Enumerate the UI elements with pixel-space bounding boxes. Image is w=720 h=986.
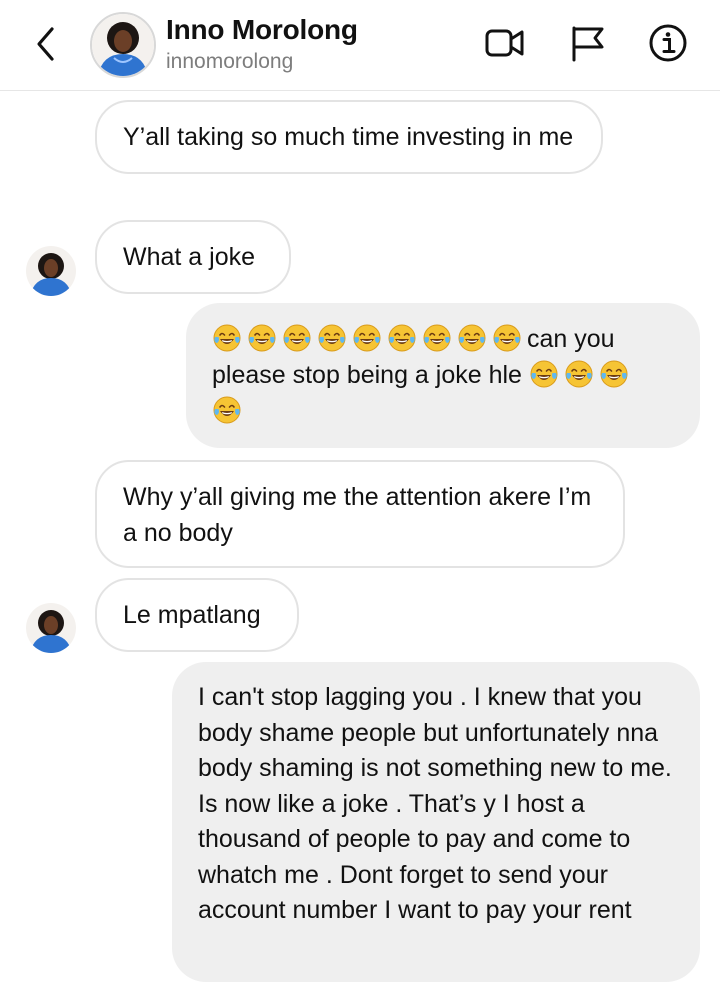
message-text: Why y’all giving me the attention akere … xyxy=(123,483,592,547)
back-chevron-icon[interactable] xyxy=(30,24,64,64)
message-text: I can't stop lagging you . I knew that y… xyxy=(198,683,672,924)
sender-avatar[interactable] xyxy=(26,246,76,296)
tears-of-joy-emoji-icon xyxy=(212,323,242,353)
outgoing-message[interactable]: can you please stop being a joke hle xyxy=(186,303,700,448)
tears-of-joy-emoji-icon xyxy=(352,323,382,353)
outgoing-message[interactable]: I can't stop lagging you . I knew that y… xyxy=(172,662,700,982)
contact-username: innomorolong xyxy=(166,50,294,73)
contact-name[interactable]: Inno Morolong xyxy=(166,14,358,46)
tears-of-joy-emoji-icon xyxy=(282,323,312,353)
message-text: What a joke xyxy=(123,243,256,271)
tears-of-joy-emoji-icon xyxy=(492,323,522,353)
incoming-message[interactable]: Le mpatlang xyxy=(95,578,299,652)
tears-of-joy-emoji-icon xyxy=(564,359,594,389)
tears-of-joy-emoji-icon xyxy=(387,323,417,353)
video-call-icon[interactable] xyxy=(484,22,526,64)
incoming-message[interactable]: Why y’all giving me the attention akere … xyxy=(95,460,625,568)
tears-of-joy-emoji-icon xyxy=(422,323,452,353)
flag-icon[interactable] xyxy=(568,22,610,64)
tears-of-joy-emoji-icon xyxy=(317,323,347,353)
info-icon[interactable] xyxy=(647,22,689,64)
message-text: Le mpatlang xyxy=(123,601,261,629)
tears-of-joy-emoji-icon xyxy=(212,395,242,425)
chat-header: Inno Morolong innomorolong xyxy=(0,0,720,91)
incoming-message[interactable]: Y’all taking so much time investing in m… xyxy=(95,100,603,174)
tears-of-joy-emoji-icon xyxy=(529,359,559,389)
message-text: Y’all taking so much time investing in m… xyxy=(123,123,574,151)
contact-avatar[interactable] xyxy=(90,12,156,78)
tears-of-joy-emoji-icon xyxy=(247,323,277,353)
sender-avatar[interactable] xyxy=(26,603,76,653)
incoming-message[interactable]: What a joke xyxy=(95,220,291,294)
tears-of-joy-emoji-icon xyxy=(457,323,487,353)
tears-of-joy-emoji-icon xyxy=(599,359,629,389)
